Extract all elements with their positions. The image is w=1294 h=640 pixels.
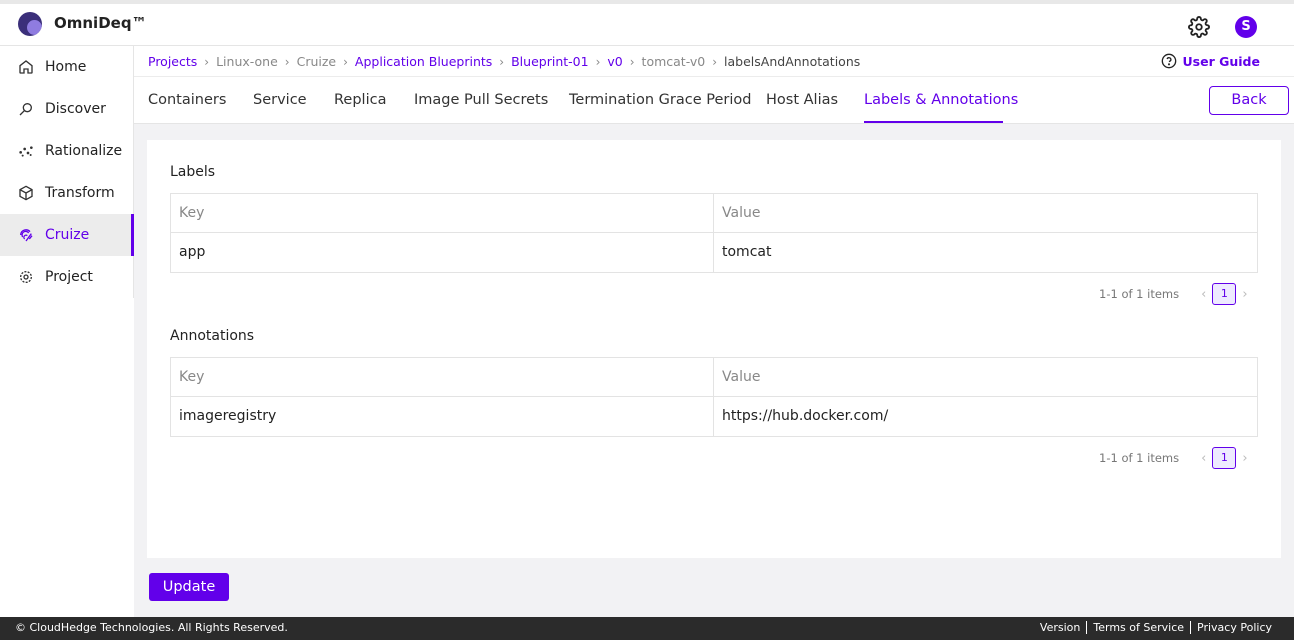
sidebar-item-label: Project [45, 269, 93, 285]
chevron-right-icon[interactable]: › [1242, 451, 1247, 466]
annotation-key-cell[interactable]: imageregistry [171, 397, 714, 436]
help-circle-icon [1161, 53, 1176, 69]
sidebar-item-label: Cruize [45, 227, 90, 243]
tab-replica[interactable]: Replica [334, 92, 386, 108]
active-tab-indicator [864, 121, 1003, 123]
sidebar-item-label: Transform [45, 185, 115, 201]
label-value-cell[interactable]: tomcat [714, 233, 1257, 272]
labels-annotations-card: Labels Key Value app tomcat 1-1 of 1 ite… [147, 140, 1281, 558]
annotations-pagination: 1-1 of 1 items ‹ 1 › [1099, 447, 1254, 469]
annotations-title: Annotations [170, 328, 255, 344]
chevron-left-icon[interactable]: ‹ [1201, 287, 1206, 302]
tab-host-alias[interactable]: Host Alias [766, 92, 838, 108]
column-header-key: Key [171, 194, 714, 232]
omnideq-logo-icon[interactable] [18, 12, 42, 36]
sidebar-item-transform[interactable]: Transform [0, 172, 133, 214]
breadcrumb-linux-one: Linux-one [216, 54, 278, 69]
chevron-right-icon: › [499, 54, 505, 69]
table-header-row: Key Value [171, 358, 1257, 397]
footer-link-privacy[interactable]: Privacy Policy [1190, 621, 1278, 634]
chevron-right-icon: › [712, 54, 718, 69]
pagination-info: 1-1 of 1 items [1099, 287, 1180, 301]
breadcrumb-tomcat-v0: tomcat-v0 [641, 54, 706, 69]
column-header-value: Value [722, 369, 761, 385]
footer-links: Version Terms of Service Privacy Policy [1034, 621, 1278, 634]
settings-gear-icon[interactable] [1188, 16, 1210, 38]
breadcrumb-v0[interactable]: v0 [607, 54, 622, 69]
chevron-right-icon: › [629, 54, 635, 69]
tab-bar: Containers Service Replica Image Pull Se… [134, 77, 1294, 124]
tab-labels-annotations[interactable]: Labels & Annotations [864, 92, 1018, 108]
cube-icon [19, 185, 33, 201]
breadcrumb-projects[interactable]: Projects [148, 54, 197, 69]
tab-containers[interactable]: Containers [148, 92, 226, 108]
sidebar-item-home[interactable]: Home [0, 46, 133, 88]
discover-icon [19, 103, 32, 116]
brand-name: OmniDeq™ [54, 14, 147, 32]
user-avatar[interactable]: S [1235, 16, 1257, 38]
labels-title: Labels [170, 164, 216, 180]
breadcrumb-cruize: Cruize [296, 54, 337, 69]
sidebar-item-label: Rationalize [45, 143, 123, 159]
label-key-cell[interactable]: app [171, 233, 714, 272]
footer-link-version[interactable]: Version [1034, 621, 1086, 634]
page-number-button[interactable]: 1 [1212, 447, 1237, 469]
sidebar-item-rationalize[interactable]: Rationalize [0, 130, 133, 172]
breadcrumb-current: labelsAndAnnotations [724, 54, 861, 69]
tab-service[interactable]: Service [253, 92, 307, 108]
chevron-right-icon: › [204, 54, 210, 69]
chevron-right-icon[interactable]: › [1242, 287, 1247, 302]
annotations-table: Key Value imageregistry https://hub.dock… [170, 357, 1258, 437]
table-row[interactable]: imageregistry https://hub.docker.com/ [171, 397, 1257, 436]
copyright-text: © CloudHedge Technologies. All Rights Re… [15, 621, 288, 634]
user-guide-label: User Guide [1182, 53, 1260, 69]
user-guide-link[interactable]: User Guide [1161, 53, 1260, 69]
annotation-value-cell[interactable]: https://hub.docker.com/ [714, 397, 1257, 436]
chevron-right-icon: › [343, 54, 348, 69]
chevron-right-icon: › [595, 54, 601, 69]
breadcrumb: Projects › Linux-one › Cruize › Applicat… [148, 54, 860, 69]
chevron-left-icon[interactable]: ‹ [1201, 451, 1206, 466]
chevron-right-icon: › [284, 54, 290, 69]
sidebar-item-label: Home [45, 59, 87, 75]
page-number-button[interactable]: 1 [1212, 283, 1237, 305]
footer: © CloudHedge Technologies. All Rights Re… [0, 617, 1294, 640]
table-header-row: Key Value [171, 194, 1257, 233]
table-row[interactable]: app tomcat [171, 233, 1257, 272]
labels-pagination: 1-1 of 1 items ‹ 1 › [1099, 283, 1254, 305]
sidebar-item-cruize[interactable]: Cruize [0, 214, 134, 256]
pagination-info: 1-1 of 1 items [1099, 451, 1180, 465]
update-button[interactable]: Update [149, 573, 229, 601]
tab-image-pull-secrets[interactable]: Image Pull Secrets [414, 92, 548, 108]
tab-termination-grace-period[interactable]: Termination Grace Period [569, 92, 751, 108]
home-icon [19, 60, 33, 74]
breadcrumb-application-blueprints[interactable]: Application Blueprints [355, 54, 492, 69]
column-header-value: Value [722, 205, 761, 221]
sidebar-item-project[interactable]: Project [0, 256, 133, 298]
sidebar-item-label: Discover [45, 101, 106, 117]
back-button[interactable]: Back [1209, 86, 1289, 115]
fingerprint-icon [20, 229, 33, 242]
gear-icon [20, 271, 32, 283]
column-header-key: Key [171, 358, 714, 396]
rationalize-icon [19, 146, 33, 157]
top-bar: OmniDeq™ S [0, 0, 1294, 46]
labels-table: Key Value app tomcat [170, 193, 1258, 273]
breadcrumb-bar: Projects › Linux-one › Cruize › Applicat… [134, 46, 1294, 77]
main-content: Projects › Linux-one › Cruize › Applicat… [134, 46, 1294, 617]
footer-link-terms[interactable]: Terms of Service [1086, 621, 1190, 634]
sidebar: Home Discover Rationalize Transform Crui… [0, 46, 134, 298]
breadcrumb-blueprint-01[interactable]: Blueprint-01 [511, 54, 588, 69]
sidebar-item-discover[interactable]: Discover [0, 88, 133, 130]
